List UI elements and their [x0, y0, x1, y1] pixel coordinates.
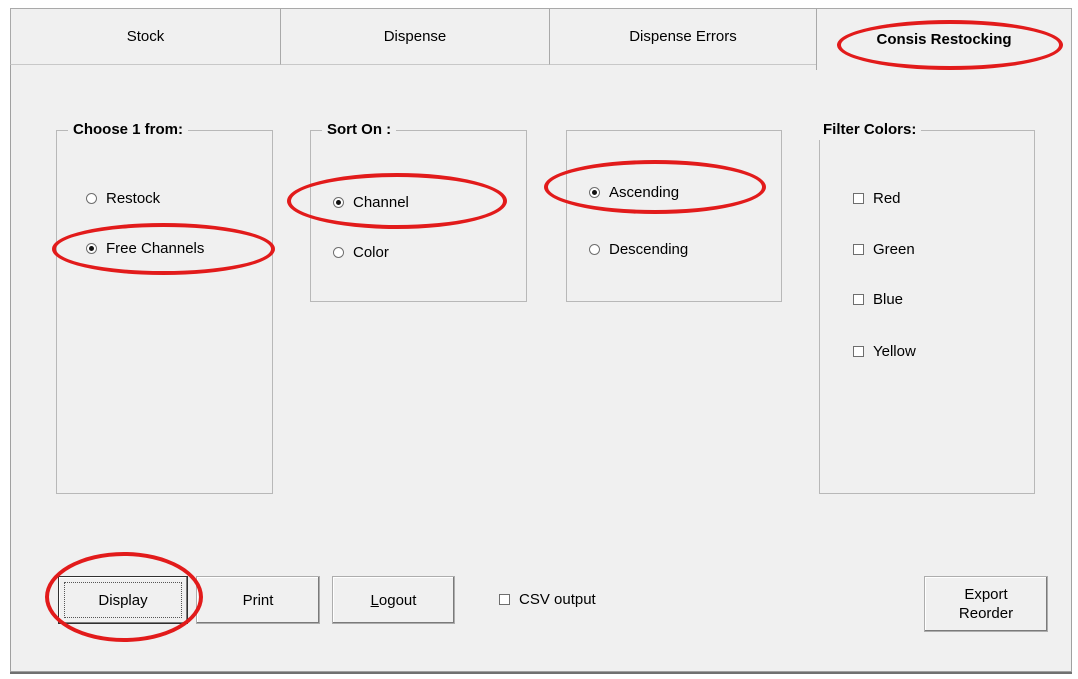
tab-dispense-errors[interactable]: Dispense Errors [549, 8, 817, 65]
color-radio-button[interactable] [333, 247, 344, 258]
csv-output-option[interactable]: CSV output [499, 591, 596, 608]
channel-radio-label: Channel [353, 194, 409, 211]
ascending-radio[interactable]: Ascending [589, 184, 679, 201]
logout-button[interactable]: Logout [332, 576, 455, 624]
display-button-label: Display [98, 591, 148, 609]
choose-group-title: Choose 1 from: [68, 120, 189, 140]
order-group: Ascending Descending [566, 130, 782, 302]
free-channels-radio-button[interactable] [86, 243, 97, 254]
blue-checkbox[interactable] [853, 294, 864, 305]
ascending-radio-label: Ascending [609, 184, 680, 201]
filter-red[interactable]: Red [853, 190, 901, 207]
export-reorder-line2: Reorder [958, 605, 1014, 622]
color-radio[interactable]: Color [333, 244, 389, 261]
restock-radio-label: Restock [106, 190, 161, 207]
tab-dispense-errors-label: Dispense Errors [629, 28, 737, 45]
tab-consis-restocking-label: Consis Restocking [876, 31, 1012, 48]
yellow-checkbox[interactable] [853, 346, 864, 357]
logout-label-rest: ogout [378, 591, 417, 609]
red-checkbox[interactable] [853, 193, 864, 204]
export-reorder-line1: Export [964, 586, 1008, 603]
filter-yellow[interactable]: Yellow [853, 343, 916, 360]
red-checkbox-label: Red [873, 190, 901, 207]
logout-mnemonic: L [370, 591, 379, 609]
green-checkbox-label: Green [873, 241, 915, 258]
tab-stock[interactable]: Stock [10, 8, 281, 65]
filter-green[interactable]: Green [853, 241, 915, 258]
print-button[interactable]: Print [196, 576, 320, 624]
tab-dispense[interactable]: Dispense [280, 8, 550, 65]
free-channels-radio[interactable]: Free Channels [86, 240, 204, 257]
channel-radio-button[interactable] [333, 197, 344, 208]
display-button[interactable]: Display [58, 576, 188, 624]
descending-radio-button[interactable] [589, 244, 600, 255]
csv-output-checkbox[interactable] [499, 594, 510, 605]
filter-colors-group-title: Filter Colors: [818, 120, 922, 140]
descending-radio-label: Descending [609, 241, 689, 258]
color-radio-label: Color [353, 244, 389, 261]
export-reorder-button[interactable]: Export Reorder [924, 576, 1048, 632]
tab-dispense-label: Dispense [383, 28, 447, 45]
tab-consis-restocking[interactable]: Consis Restocking [816, 8, 1072, 70]
restocking-window: Stock Dispense Dispense Errors Consis Re… [10, 8, 1072, 674]
csv-output-label: CSV output [519, 591, 596, 608]
channel-radio[interactable]: Channel [333, 194, 409, 211]
filter-blue[interactable]: Blue [853, 291, 903, 308]
restock-radio[interactable]: Restock [86, 190, 160, 207]
blue-checkbox-label: Blue [873, 291, 904, 308]
logout-button-label: Logout [371, 591, 417, 610]
filter-colors-group: Filter Colors: Red Green Blue Yellow [818, 120, 1035, 494]
free-channels-radio-label: Free Channels [106, 240, 205, 257]
restock-radio-button[interactable] [86, 193, 97, 204]
tab-stock-label: Stock [126, 28, 165, 45]
choose-group: Choose 1 from: Restock Free Channels [56, 120, 273, 494]
green-checkbox[interactable] [853, 244, 864, 255]
export-reorder-label: Export Reorder [959, 585, 1013, 623]
print-button-label: Print [242, 591, 274, 609]
sort-on-group-title: Sort On : [322, 120, 397, 140]
yellow-checkbox-label: Yellow [873, 343, 916, 360]
descending-radio[interactable]: Descending [589, 241, 688, 258]
ascending-radio-button[interactable] [589, 187, 600, 198]
sort-on-group: Sort On : Channel Color [310, 120, 527, 302]
